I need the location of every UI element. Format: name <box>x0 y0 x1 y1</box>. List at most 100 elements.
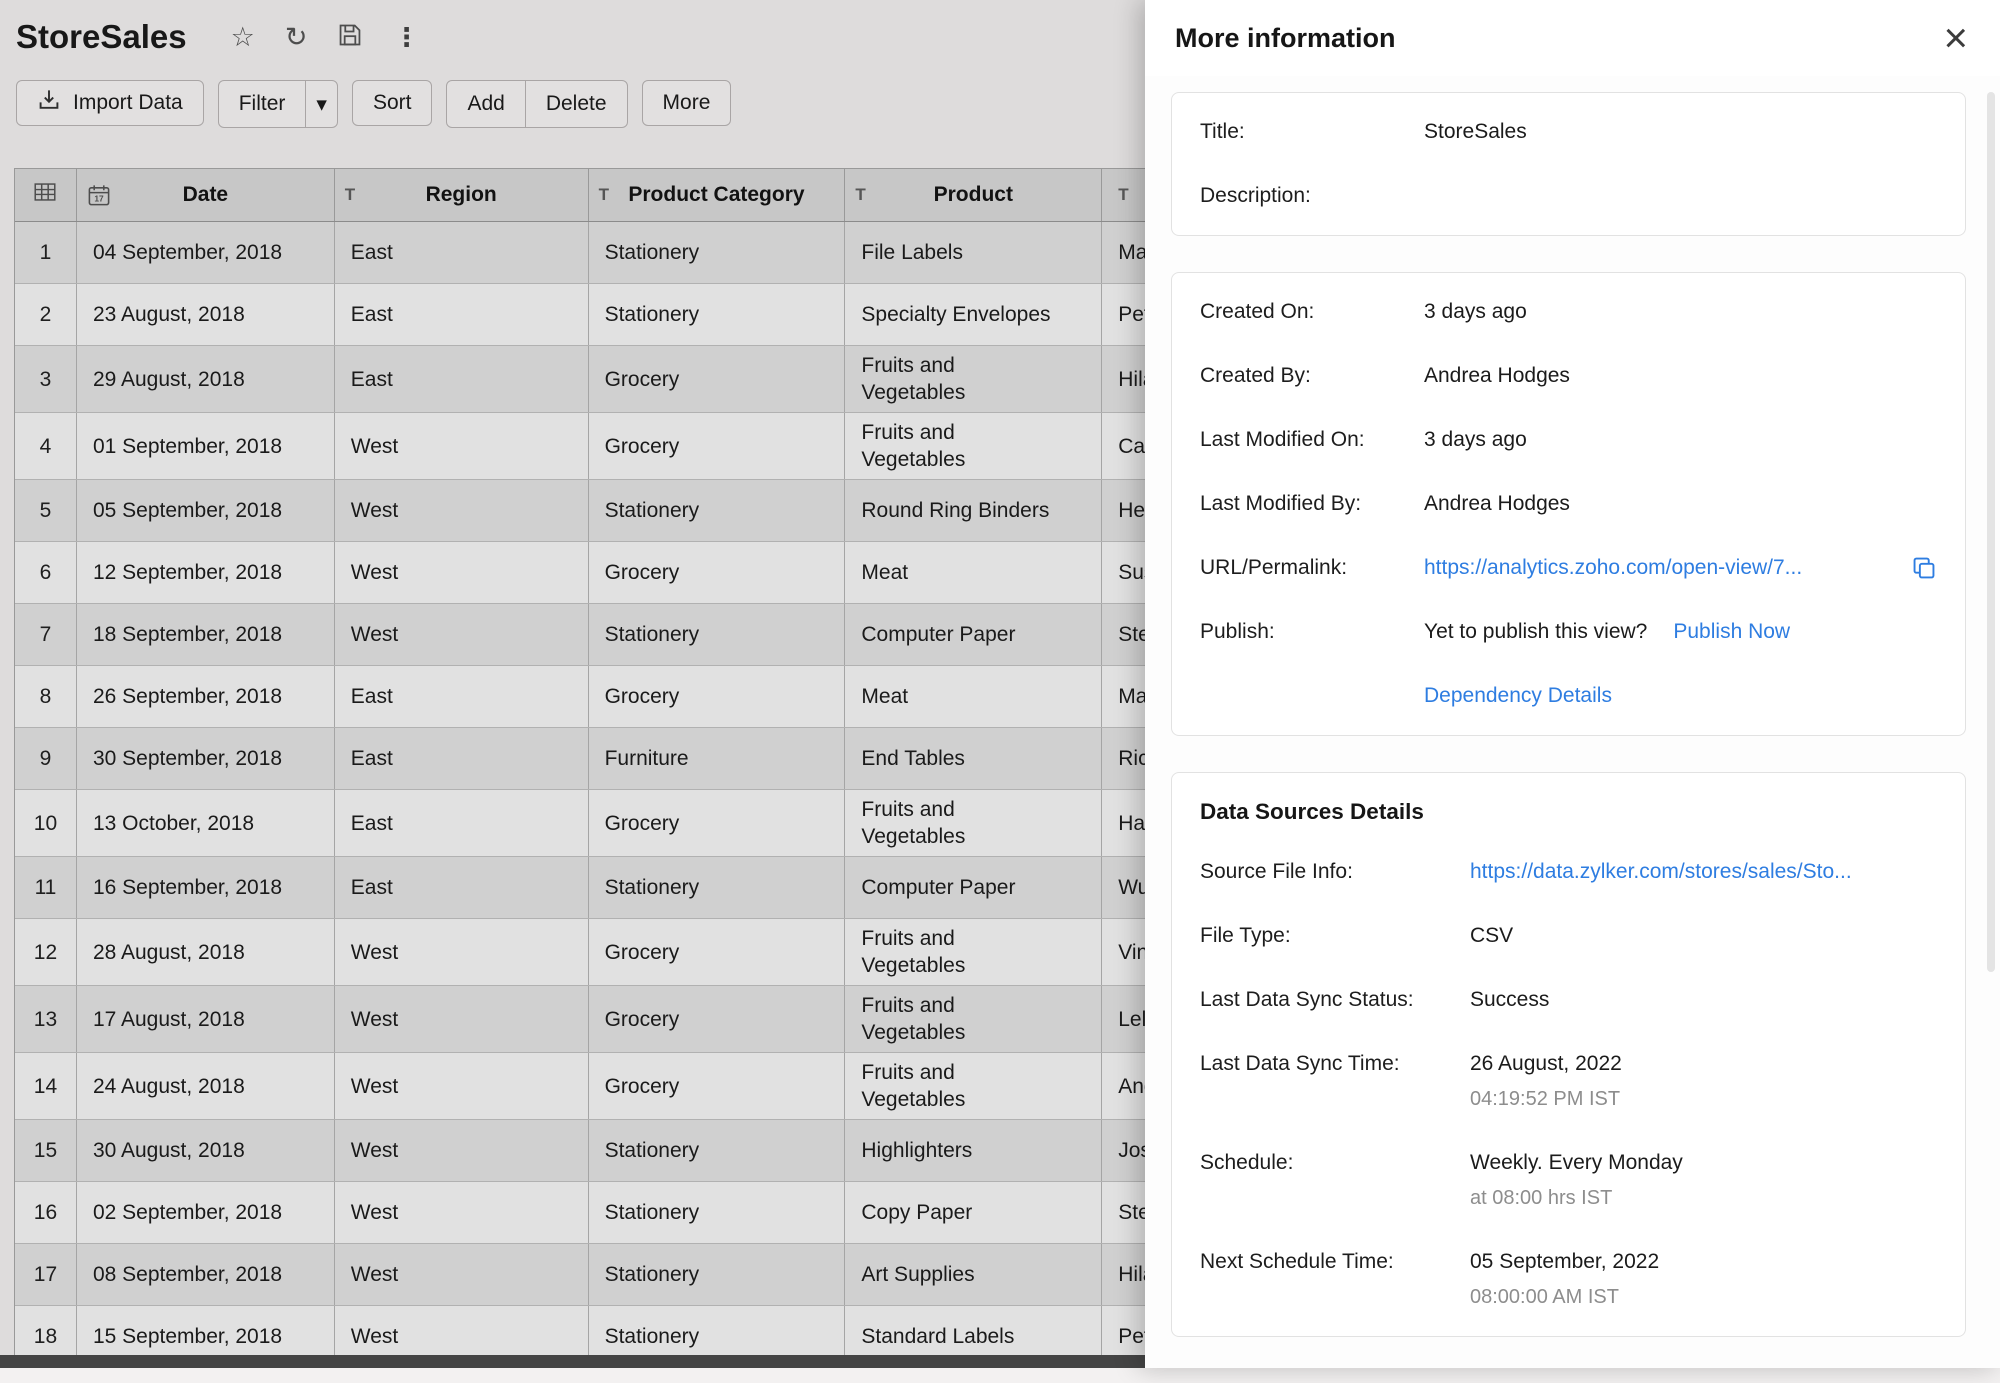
column-label: Date <box>183 183 229 207</box>
column-header-region[interactable]: T Region <box>335 169 589 221</box>
cell-date[interactable]: 23 August, 2018 <box>77 284 335 345</box>
cell-product[interactable]: Fruits and Vegetables <box>845 986 1102 1052</box>
cell-product[interactable]: Fruits and Vegetables <box>845 919 1102 985</box>
row-number: 15 <box>15 1120 77 1181</box>
cell-region[interactable]: West <box>335 604 589 665</box>
horizontal-scrollbar[interactable] <box>0 1355 1145 1368</box>
cell-date[interactable]: 28 August, 2018 <box>77 919 335 985</box>
dependency-details-link[interactable]: Dependency Details <box>1424 683 1612 709</box>
cell-product[interactable]: Highlighters <box>845 1120 1102 1181</box>
cell-region[interactable]: East <box>335 284 589 345</box>
cell-product-category[interactable]: Stationery <box>589 480 846 541</box>
cell-date[interactable]: 05 September, 2018 <box>77 480 335 541</box>
sort-button[interactable]: Sort <box>352 80 433 126</box>
cell-date[interactable]: 24 August, 2018 <box>77 1053 335 1119</box>
cell-date[interactable]: 13 October, 2018 <box>77 790 335 856</box>
cell-product-category[interactable]: Grocery <box>589 1053 846 1119</box>
cell-date[interactable]: 30 September, 2018 <box>77 728 335 789</box>
add-button[interactable]: Add <box>447 81 524 127</box>
cell-product-category[interactable]: Furniture <box>589 728 846 789</box>
favorite-star-icon[interactable]: ☆ <box>231 24 255 51</box>
cell-region[interactable]: West <box>335 1120 589 1181</box>
cell-date[interactable]: 18 September, 2018 <box>77 604 335 665</box>
kebab-menu-icon[interactable]: ⋮ <box>393 24 419 50</box>
cell-region[interactable]: East <box>335 666 589 727</box>
cell-date[interactable]: 16 September, 2018 <box>77 857 335 918</box>
cell-product[interactable]: Meat <box>845 542 1102 603</box>
copy-icon[interactable] <box>1911 555 1937 581</box>
cell-date[interactable]: 26 September, 2018 <box>77 666 335 727</box>
save-icon[interactable] <box>337 22 363 53</box>
cell-product-category[interactable]: Stationery <box>589 222 846 283</box>
cell-product[interactable]: Fruits and Vegetables <box>845 413 1102 479</box>
cell-product[interactable]: File Labels <box>845 222 1102 283</box>
cell-region[interactable]: West <box>335 1244 589 1305</box>
cell-product-category[interactable]: Stationery <box>589 1182 846 1243</box>
import-data-button[interactable]: Import Data <box>16 80 204 126</box>
cell-date[interactable]: 08 September, 2018 <box>77 1244 335 1305</box>
cell-region[interactable]: West <box>335 1182 589 1243</box>
source-file-label: Source File Info: <box>1200 859 1470 885</box>
cell-date[interactable]: 29 August, 2018 <box>77 346 335 412</box>
last-modified-on-value: 3 days ago <box>1424 427 1527 453</box>
panel-scrollbar[interactable] <box>1987 92 1995 972</box>
cell-product[interactable]: Computer Paper <box>845 604 1102 665</box>
more-button[interactable]: More <box>642 80 732 126</box>
column-header-rownum[interactable] <box>15 169 77 221</box>
cell-product[interactable]: End Tables <box>845 728 1102 789</box>
close-icon[interactable]: × <box>1943 21 1968 55</box>
cell-product-category[interactable]: Grocery <box>589 413 846 479</box>
cell-region[interactable]: West <box>335 919 589 985</box>
cell-date[interactable]: 01 September, 2018 <box>77 413 335 479</box>
cell-product[interactable]: Round Ring Binders <box>845 480 1102 541</box>
cell-product[interactable]: Meat <box>845 666 1102 727</box>
cell-region[interactable]: East <box>335 790 589 856</box>
filter-button[interactable]: Filter <box>219 81 306 127</box>
cell-product-category[interactable]: Stationery <box>589 857 846 918</box>
cell-region[interactable]: West <box>335 413 589 479</box>
cell-product[interactable]: Computer Paper <box>845 857 1102 918</box>
column-header-product-category[interactable]: T Product Category <box>589 169 846 221</box>
delete-button[interactable]: Delete <box>526 81 627 127</box>
cell-product[interactable]: Copy Paper <box>845 1182 1102 1243</box>
file-type-label: File Type: <box>1200 923 1470 949</box>
cell-product-category[interactable]: Grocery <box>589 346 846 412</box>
cell-region[interactable]: East <box>335 857 589 918</box>
cell-product-category[interactable]: Grocery <box>589 666 846 727</box>
permalink-link[interactable]: https://analytics.zoho.com/open-view/7..… <box>1424 555 1802 581</box>
cell-product[interactable]: Fruits and Vegetables <box>845 1053 1102 1119</box>
cell-region[interactable]: West <box>335 986 589 1052</box>
cell-product-category[interactable]: Grocery <box>589 542 846 603</box>
cell-region[interactable]: East <box>335 222 589 283</box>
cell-region[interactable]: East <box>335 728 589 789</box>
cell-product[interactable]: Fruits and Vegetables <box>845 790 1102 856</box>
refresh-icon[interactable]: ↻ <box>285 24 308 51</box>
cell-date[interactable]: 04 September, 2018 <box>77 222 335 283</box>
cell-product-category[interactable]: Stationery <box>589 604 846 665</box>
cell-region[interactable]: West <box>335 1053 589 1119</box>
column-header-product[interactable]: T Product <box>845 169 1102 221</box>
source-file-link[interactable]: https://data.zylker.com/stores/sales/Sto… <box>1470 859 1852 885</box>
cell-product-category[interactable]: Stationery <box>589 284 846 345</box>
cell-date[interactable]: 12 September, 2018 <box>77 542 335 603</box>
publish-now-link[interactable]: Publish Now <box>1673 619 1790 645</box>
cell-product-category[interactable]: Grocery <box>589 986 846 1052</box>
column-header-date[interactable]: 17 Date <box>77 169 335 221</box>
cell-product-category[interactable]: Grocery <box>589 919 846 985</box>
cell-product[interactable]: Fruits and Vegetables <box>845 346 1102 412</box>
cell-date[interactable]: 30 August, 2018 <box>77 1120 335 1181</box>
svg-text:17: 17 <box>94 194 104 204</box>
description-row: Description: <box>1200 183 1937 209</box>
cell-date[interactable]: 02 September, 2018 <box>77 1182 335 1243</box>
filter-dropdown-button[interactable]: ▾ <box>306 81 337 127</box>
cell-region[interactable]: East <box>335 346 589 412</box>
cell-product-category[interactable]: Stationery <box>589 1244 846 1305</box>
cell-region[interactable]: West <box>335 480 589 541</box>
cell-product[interactable]: Specialty Envelopes <box>845 284 1102 345</box>
cell-product[interactable]: Art Supplies <box>845 1244 1102 1305</box>
publish-status-text: Yet to publish this view? <box>1424 619 1647 645</box>
cell-product-category[interactable]: Grocery <box>589 790 846 856</box>
cell-product-category[interactable]: Stationery <box>589 1120 846 1181</box>
cell-region[interactable]: West <box>335 542 589 603</box>
cell-date[interactable]: 17 August, 2018 <box>77 986 335 1052</box>
